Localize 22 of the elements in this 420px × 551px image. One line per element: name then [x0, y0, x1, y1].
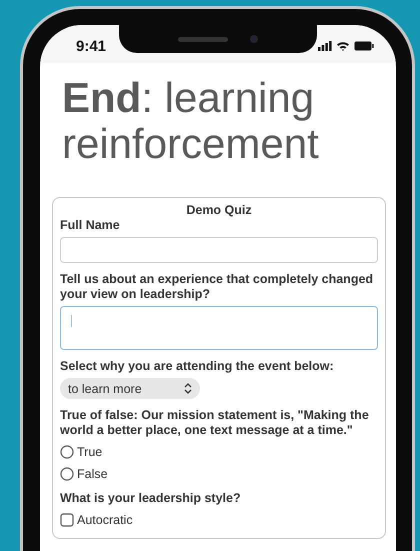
input-field[interactable] — [60, 237, 378, 263]
quiz-title: Demo Quiz — [185, 203, 253, 217]
question-label: What is your leadership style? — [60, 491, 242, 506]
checkbox[interactable] — [60, 513, 74, 527]
signal-icon — [318, 41, 332, 51]
question-label: Tell us about an experience that completely changed your view on leadership? — [60, 272, 374, 302]
updown-caret-icon — [184, 383, 192, 394]
radio-button[interactable] — [60, 445, 74, 459]
battery-icon — [354, 41, 374, 51]
radio-button[interactable] — [60, 467, 74, 481]
wifi-icon — [336, 41, 350, 51]
radio-option[interactable]: True — [60, 444, 378, 460]
camera-lens — [250, 35, 258, 43]
question-label: Full Name — [60, 218, 121, 233]
status-time: 9:41 — [76, 38, 106, 54]
question-label: Select why you are attending the event below: — [60, 359, 335, 374]
radio-option[interactable]: False — [60, 466, 378, 482]
dropdown[interactable]: to learn more — [60, 378, 200, 399]
checkbox-option[interactable]: Autocratic — [60, 512, 378, 528]
page-heading: End: learning reinforcement — [61, 73, 320, 167]
question-label: True of false: Our mission statement is, "Making the world a better place, one text message at a time." — [60, 408, 370, 438]
speaker-grille — [178, 36, 228, 42]
